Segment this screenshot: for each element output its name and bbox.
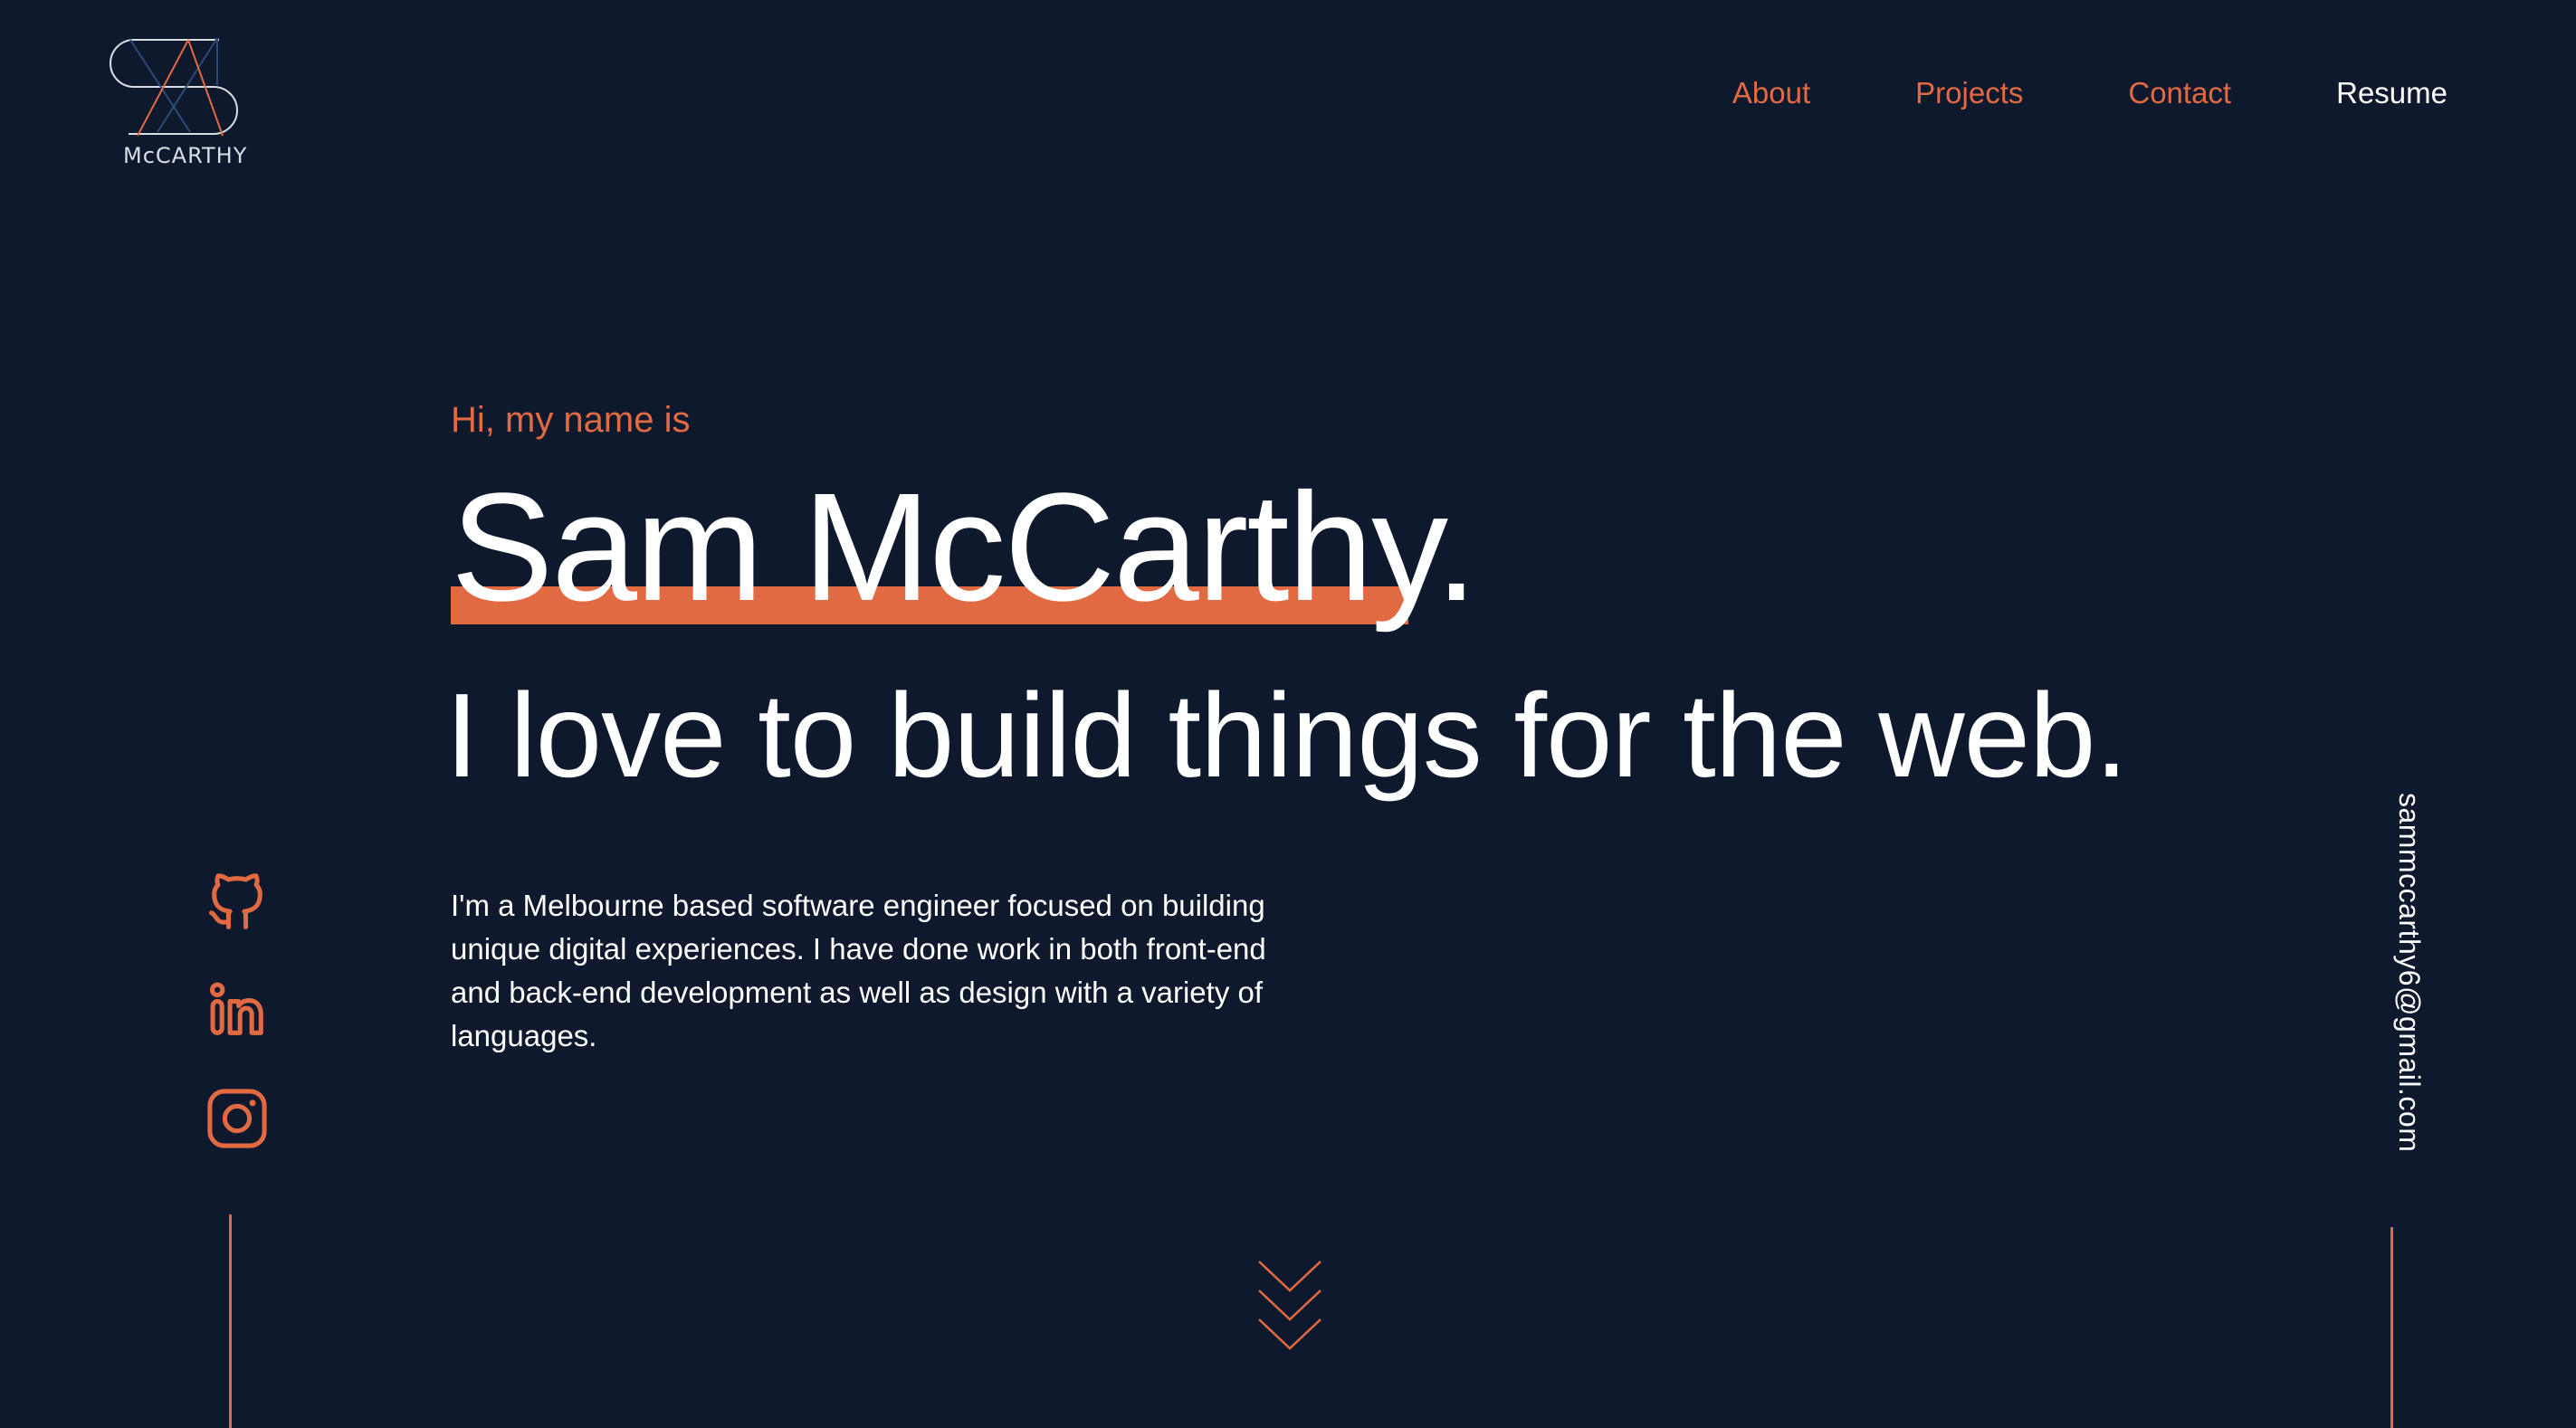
hero-greeting: Hi, my name is xyxy=(451,400,691,440)
social-links xyxy=(203,867,275,1193)
linkedin-icon[interactable] xyxy=(203,976,272,1044)
hero-tagline: I love to build things for the web. xyxy=(445,669,2128,802)
scroll-down-chevrons-icon[interactable] xyxy=(1256,1258,1323,1352)
nav-contact-link[interactable]: Contact xyxy=(2128,76,2231,110)
hero-bio: I'm a Melbourne based software engineer … xyxy=(451,889,1266,1052)
logo-mark-icon xyxy=(110,37,238,137)
hero-name-block: Sam McCarthy. xyxy=(451,462,1478,633)
nav-resume-link[interactable]: Resume xyxy=(2336,76,2447,110)
logo-text: McCARTHY xyxy=(123,143,248,168)
main-nav: About Projects Contact Resume xyxy=(1732,76,2447,110)
instagram-icon[interactable] xyxy=(203,1084,272,1153)
nav-projects-link[interactable]: Projects xyxy=(1915,76,2023,110)
email-link[interactable]: sammccarthy6@gmail.com xyxy=(2371,793,2426,1173)
page: McCARTHY About Projects Contact Resume H… xyxy=(0,0,2576,1428)
github-icon[interactable] xyxy=(203,867,272,936)
nav-about-link[interactable]: About xyxy=(1732,76,1810,110)
hero-name: Sam McCarthy. xyxy=(451,462,1478,633)
email-divider-line xyxy=(2390,1227,2393,1428)
site-logo[interactable]: McCARTHY xyxy=(101,34,264,179)
social-divider-line xyxy=(229,1214,232,1428)
